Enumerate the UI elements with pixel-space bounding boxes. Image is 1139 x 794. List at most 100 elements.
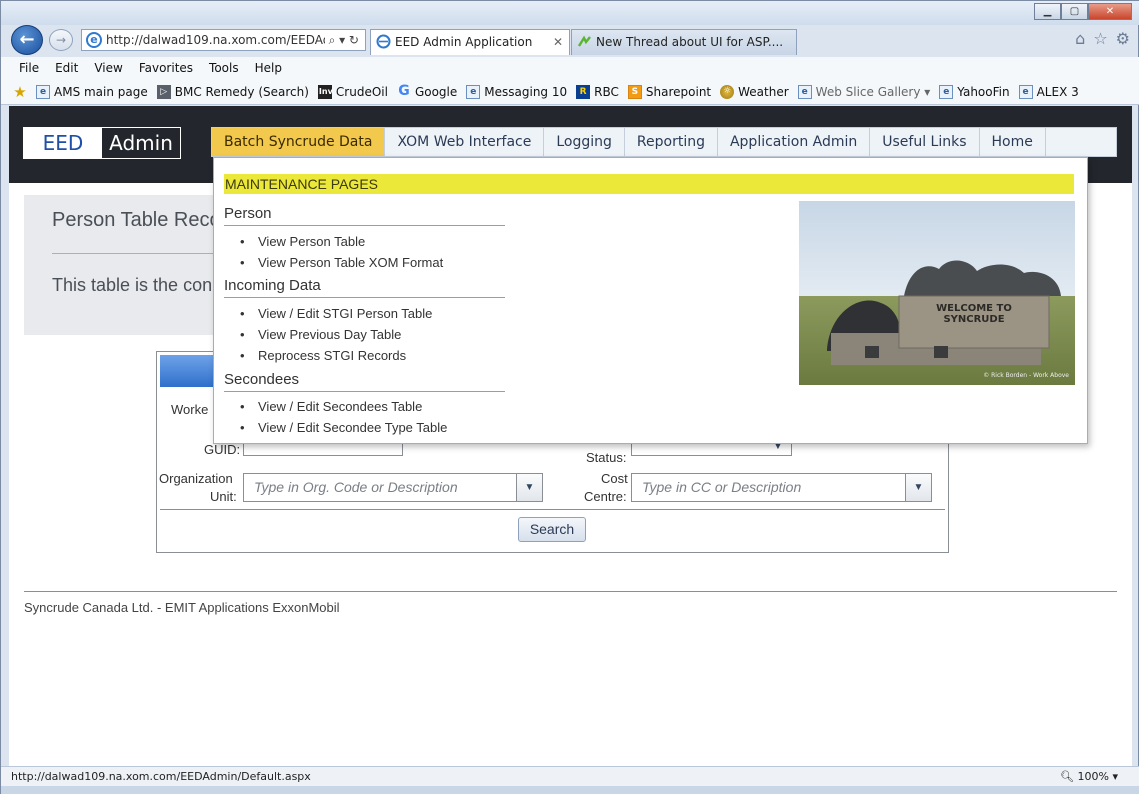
guid-label: GUID: [204, 442, 241, 457]
menu-edit[interactable]: Edit [47, 57, 86, 79]
section-incoming-heading: Incoming Data [224, 277, 321, 294]
ie-icon: e [86, 32, 102, 48]
rbc-icon: R [576, 84, 591, 99]
minimize-icon[interactable]: ▁ [1034, 3, 1061, 20]
chevron-down-icon[interactable]: ▼ [516, 474, 542, 501]
menu-bar: File Edit View Favorites Tools Help [1, 57, 1139, 79]
tab-close-icon[interactable]: ✕ [553, 30, 563, 54]
nav-reporting[interactable]: Reporting [625, 128, 718, 156]
browser-window: ▁ ▢ ✕ ← → e http://dalwad109.na.xom.com/… [0, 0, 1139, 794]
fav-label: Messaging 10 [484, 84, 568, 99]
navigation-row: ← → e http://dalwad109.na.xom.com/EEDAdm… [1, 25, 1139, 57]
status-bar: http://dalwad109.na.xom.com/EEDAdmin/Def… [1, 766, 1139, 786]
intro-panel: Person Table Reco This table is the con [24, 195, 222, 335]
batch-syncrude-dropdown: MAINTENANCE PAGES Person View Person Tab… [213, 157, 1088, 444]
link-reprocess-stgi[interactable]: Reprocess STGI Records [240, 348, 406, 363]
fav-messaging-10[interactable]: e Messaging 10 [466, 84, 568, 99]
nav-batch-syncrude-data[interactable]: Batch Syncrude Data [212, 128, 386, 156]
fav-yahoofin[interactable]: e YahooFin [939, 84, 1010, 99]
magnifier-icon: 🔍︎ [1060, 770, 1075, 783]
gear-icon[interactable]: ⚙ [1116, 29, 1130, 48]
window-bottom-edge [1, 786, 1139, 794]
menu-favorites[interactable]: Favorites [131, 57, 201, 79]
chevron-down-icon[interactable]: ▼ [905, 474, 931, 501]
org-unit-field[interactable]: Type in Org. Code or Description ▼ [243, 473, 543, 502]
link-view-person-table-xom[interactable]: View Person Table XOM Format [240, 255, 443, 270]
ie-page-icon: e [797, 84, 812, 99]
link-edit-secondees[interactable]: View / Edit Secondees Table [240, 399, 422, 414]
menu-help[interactable]: Help [247, 57, 290, 79]
fav-google[interactable]: G Google [397, 84, 457, 99]
org-placeholder: Type in Org. Code or Description [254, 479, 458, 495]
menu-view[interactable]: View [86, 57, 130, 79]
fav-web-slice-gallery[interactable]: e Web Slice Gallery ▾ [797, 84, 931, 99]
home-icon[interactable]: ⌂ [1075, 29, 1085, 48]
address-actions-icons[interactable]: ⌕ ▾ ↻ [324, 30, 359, 50]
cc-label-2: Centre: [584, 489, 627, 504]
fav-weather[interactable]: ☼ Weather [720, 84, 789, 99]
fav-label: YahooFin [957, 84, 1010, 99]
address-bar[interactable]: e http://dalwad109.na.xom.com/EEDAdm ⌕ ▾… [81, 29, 366, 51]
fav-sharepoint[interactable]: S Sharepoint [627, 84, 712, 99]
link-view-person-table[interactable]: View Person Table [240, 234, 365, 249]
footer-text: Syncrude Canada Ltd. - EMIT Applications… [24, 600, 340, 615]
divider [224, 225, 505, 226]
link-edit-secondee-type[interactable]: View / Edit Secondee Type Table [240, 420, 447, 435]
close-icon[interactable]: ✕ [1088, 3, 1132, 20]
menu-file[interactable]: File [11, 57, 47, 79]
sign-line-1: WELCOME TO [936, 303, 1012, 314]
page-title: Person Table Reco [52, 209, 221, 231]
fav-alex-3[interactable]: e ALEX 3 [1018, 84, 1079, 99]
maximize-icon[interactable]: ▢ [1061, 3, 1088, 20]
status-label: Status: [586, 450, 627, 465]
fav-label: RBC [594, 84, 619, 99]
divider [224, 391, 505, 392]
fav-crudeoil[interactable]: Inv CrudeOil [317, 84, 388, 99]
ie-page-icon: e [1018, 84, 1033, 99]
nav-application-admin[interactable]: Application Admin [718, 128, 871, 156]
fav-bmc-remedy[interactable]: ▷ BMC Remedy (Search) [156, 84, 309, 99]
nav-useful-links[interactable]: Useful Links [870, 128, 980, 156]
fav-ams-main-page[interactable]: e AMS main page [36, 84, 148, 99]
window-controls: ▁ ▢ ✕ [1034, 3, 1132, 20]
menu-tools[interactable]: Tools [201, 57, 247, 79]
divider [224, 297, 505, 298]
nav-home[interactable]: Home [980, 128, 1046, 156]
divider [24, 591, 1117, 592]
title-bar: ▁ ▢ ✕ [1, 1, 1139, 25]
tab-eed-admin[interactable]: EED Admin Application ✕ [370, 29, 570, 55]
org-label-1: Organization [159, 471, 233, 486]
ie-page-icon: e [36, 84, 50, 99]
favorites-star-icon[interactable]: ☆ [1093, 29, 1107, 48]
back-arrow-icon[interactable]: ← [11, 25, 43, 55]
ie-page-icon: e [466, 84, 481, 99]
favorites-bar: ★ e AMS main page ▷ BMC Remedy (Search) In… [1, 79, 1139, 105]
link-edit-stgi-person[interactable]: View / Edit STGI Person Table [240, 306, 432, 321]
divider [160, 509, 945, 510]
panel-header [160, 355, 220, 387]
ie-page-icon: e [939, 84, 954, 99]
add-favorites-icon[interactable]: ★ [13, 84, 27, 99]
app-logo[interactable]: EED Admin [23, 127, 181, 159]
fav-rbc[interactable]: R RBC [576, 84, 619, 99]
cc-label-1: Cost [601, 471, 628, 486]
forward-arrow-icon[interactable]: → [49, 29, 73, 51]
nav-logging[interactable]: Logging [544, 128, 625, 156]
zoom-control[interactable]: 🔍︎ 100% ▾ [1060, 767, 1118, 786]
cost-centre-field[interactable]: Type in CC or Description ▼ [631, 473, 932, 502]
nav-xom-web-interface[interactable]: XOM Web Interface [385, 128, 545, 156]
org-label-2: Unit: [210, 489, 237, 504]
fav-label: Sharepoint [645, 84, 712, 99]
welcome-sign-image: WELCOME TO SYNCRUDE © Rick Borden - Work… [799, 201, 1075, 385]
page-content: EED Admin Batch Syncrude Data XOM Web In… [9, 106, 1132, 766]
section-person-heading: Person [224, 205, 272, 222]
fav-label: Web Slice Gallery ▾ [815, 84, 931, 99]
sign-line-2: SYNCRUDE [943, 314, 1004, 325]
bmc-icon: ▷ [156, 84, 171, 99]
main-nav: Batch Syncrude Data XOM Web Interface Lo… [211, 127, 1117, 157]
search-button[interactable]: Search [518, 517, 586, 542]
logo-eed: EED [24, 128, 102, 158]
photo-credit: © Rick Borden - Work Above [983, 372, 1069, 379]
tab-new-thread[interactable]: New Thread about UI for ASP.... [571, 29, 797, 55]
link-previous-day-table[interactable]: View Previous Day Table [240, 327, 401, 342]
